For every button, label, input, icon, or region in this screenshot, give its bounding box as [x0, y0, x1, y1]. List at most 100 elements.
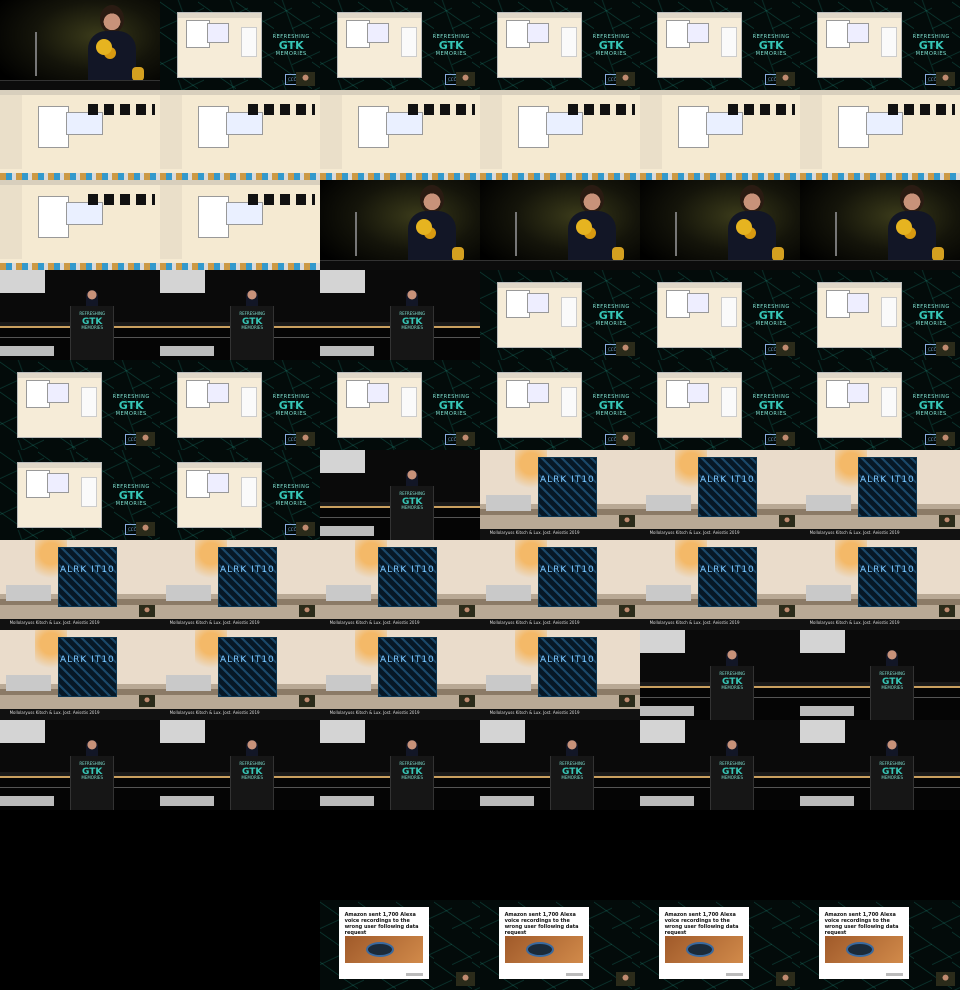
projection-screen	[320, 270, 365, 294]
microphone	[35, 32, 38, 76]
slide-caption: Mollolaryuss Kitsch & Lux. Jost. Aeissti…	[320, 709, 480, 720]
top-bar	[160, 180, 320, 186]
podium: REFRESHING GTK MEMORIES	[390, 486, 434, 540]
thumbnail-desktop	[320, 90, 480, 180]
speaker-camera	[139, 694, 156, 708]
thumbnail-screen: REFRESHING GTK MEMORIES CCC	[480, 0, 640, 90]
lectern	[320, 260, 480, 270]
app-window	[497, 282, 581, 348]
speaker-camera	[456, 432, 476, 447]
top-bar	[640, 90, 800, 96]
slide-caption: Mollolaryuss Kitsch & Lux. Jost. Aeissti…	[800, 619, 960, 630]
app-window	[497, 12, 581, 78]
speaker	[888, 185, 936, 270]
display-art: ALRK IT10	[377, 547, 438, 607]
context-menu	[198, 106, 230, 148]
context-menu	[518, 106, 550, 148]
slide-caption: Mollolaryuss Kitsch & Lux. Jost. Aeissti…	[480, 529, 640, 540]
thumbnail-hall: REFRESHING GTK MEMORIES	[800, 630, 960, 720]
device-box	[486, 495, 532, 512]
display-art: ALRK IT10	[537, 637, 598, 697]
context-menu	[358, 106, 390, 148]
icon-row	[408, 104, 476, 116]
slide-caption: Mollolaryuss Kitsch & Lux. Jost. Aeissti…	[480, 709, 640, 720]
podium: REFRESHING GTK MEMORIES	[230, 306, 274, 360]
news-article: Amazon sent 1,700 Alexa voice recordings…	[499, 907, 589, 980]
gtk-logo: REFRESHING GTK MEMORIES	[592, 34, 630, 58]
thumbnail-podium: REFRESHING GTK MEMORIES	[0, 810, 160, 900]
thumbnail-hall: REFRESHING GTK MEMORIES	[640, 630, 800, 720]
device-box	[806, 495, 852, 512]
thumbnail-desktop	[0, 90, 160, 180]
lucky-cat-figure	[132, 67, 144, 81]
lectern	[800, 260, 960, 270]
taskbar	[800, 172, 960, 180]
app-window	[657, 282, 741, 348]
projection-screen	[0, 270, 45, 294]
top-bar	[160, 90, 320, 96]
podium: REFRESHING GTK MEMORIES	[710, 756, 754, 810]
gtk-logo: REFRESHING GTK MEMORIES	[592, 304, 630, 328]
device-box	[486, 585, 532, 602]
article-image	[664, 935, 744, 964]
gtk-logo: REFRESHING GTK MEMORIES	[432, 34, 470, 58]
thumbnail-stage	[640, 180, 800, 270]
thumbnail-photo: ALRK IT10 Mollolaryuss Kitsch & Lux. Jos…	[480, 540, 640, 630]
podium: REFRESHING GTK MEMORIES	[550, 756, 594, 810]
speaker-camera	[296, 522, 316, 537]
podium: REFRESHING GTK MEMORIES	[320, 810, 461, 848]
slide-caption: Mollolaryuss Kitsch & Lux. Jost. Aeissti…	[320, 619, 480, 630]
thumbnail-photo: ALRK IT10 Mollolaryuss Kitsch & Lux. Jos…	[320, 540, 480, 630]
podium: REFRESHING GTK MEMORIES	[0, 810, 141, 848]
microphone	[675, 212, 678, 256]
projection-screen	[800, 630, 845, 654]
thumbnail-screen: REFRESHING GTK MEMORIES CCC	[480, 360, 640, 450]
thumbnail-news: Amazon sent 1,700 Alexa voice recordings…	[320, 900, 480, 990]
speaker	[568, 185, 616, 270]
device-box	[326, 585, 372, 602]
display-art: ALRK IT10	[697, 547, 758, 607]
sidebar	[0, 95, 23, 170]
thumbnail-screen: REFRESHING GTK MEMORIES CCC	[640, 360, 800, 450]
microphone	[355, 212, 358, 256]
icon-row	[88, 194, 156, 206]
projection-screen	[320, 450, 365, 474]
projection-screen	[800, 720, 845, 744]
speaker-camera	[459, 604, 476, 618]
speaker-camera	[776, 342, 796, 357]
speaker-camera	[456, 72, 476, 87]
podium: REFRESHING GTK MEMORIES	[390, 756, 434, 810]
app-window	[177, 372, 261, 438]
podium: REFRESHING GTK MEMORIES	[390, 306, 434, 360]
speaker-camera	[936, 432, 956, 447]
podium: REFRESHING GTK MEMORIES	[480, 810, 621, 848]
thumbnail-screen: REFRESHING GTK MEMORIES CCC	[320, 360, 480, 450]
thumbnail-photo: ALRK IT10 Mollolaryuss Kitsch & Lux. Jos…	[0, 540, 160, 630]
gtk-logo: REFRESHING GTK MEMORIES	[912, 394, 950, 418]
speaker-camera	[456, 972, 476, 987]
thumbnail-news: Amazon sent 1,700 Alexa voice recordings…	[480, 900, 640, 990]
thumbnail-screen: REFRESHING GTK MEMORIES CCC	[640, 270, 800, 360]
top-bar	[480, 90, 640, 96]
gtk-logo: REFRESHING GTK MEMORIES	[592, 394, 630, 418]
context-menu	[198, 196, 230, 238]
thumbnail-screen: REFRESHING GTK MEMORIES CCC	[800, 270, 960, 360]
app-window	[817, 282, 901, 348]
display-art: ALRK IT10	[377, 637, 438, 697]
slide-caption: Mollolaryuss Kitsch & Lux. Jost. Aeissti…	[800, 529, 960, 540]
top-bar	[0, 90, 160, 96]
slide-caption: Mollolaryuss Kitsch & Lux. Jost. Aeissti…	[160, 709, 320, 720]
app-window	[497, 372, 581, 438]
speaker-camera	[939, 604, 956, 618]
app-window	[337, 12, 421, 78]
sidebar	[160, 185, 183, 260]
thumbnail-desktop	[160, 180, 320, 270]
gtk-logo: REFRESHING GTK MEMORIES	[272, 484, 310, 508]
taskbar	[320, 172, 480, 180]
thumbnail-podium: REFRESHING GTK MEMORIES	[0, 900, 160, 990]
display-art: ALRK IT10	[217, 637, 278, 697]
speaker-camera	[779, 604, 796, 618]
thumbnail-hall: REFRESHING GTK MEMORIES	[320, 720, 480, 810]
thumbnail-podium: REFRESHING GTK MEMORIES	[480, 810, 640, 900]
thumbnail-screen: REFRESHING GTK MEMORIES CCC	[160, 0, 320, 90]
